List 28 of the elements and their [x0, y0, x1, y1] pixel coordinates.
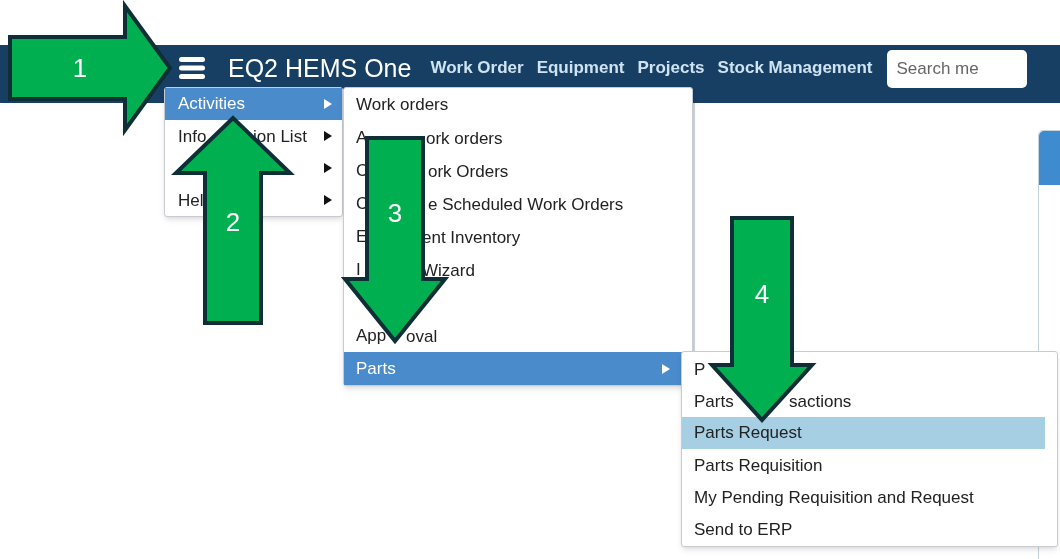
menu-item[interactable]: I	[356, 260, 361, 279]
menu-item[interactable]: Activities	[165, 88, 342, 120]
menu-item-text: ork orders	[426, 128, 503, 147]
callout-number: 2	[225, 207, 241, 237]
menu-item[interactable]: Parts Requisition	[694, 455, 823, 475]
nav-link[interactable]: Work Order	[430, 53, 524, 83]
nav-link[interactable]: Stock Management	[717, 53, 873, 83]
callout-number: 1	[72, 53, 88, 83]
menu-icon[interactable]	[178, 56, 206, 80]
menu-item-text: ork Orders	[428, 161, 509, 180]
menu-item[interactable]: Info	[178, 126, 207, 146]
menu-item[interactable]: Hel	[178, 190, 204, 210]
search-field[interactable]: Search me	[886, 50, 1027, 88]
menu-item[interactable]: Parts Request	[682, 417, 1045, 449]
menu-item[interactable]: Parts	[694, 391, 734, 411]
menu-item[interactable]: P	[694, 359, 706, 379]
nav-link[interactable]: Projects	[637, 53, 705, 83]
menu-item[interactable]: Work orders	[356, 95, 449, 114]
nav-link[interactable]: Equipment	[536, 53, 625, 83]
app-title: EQ2 HEMS One	[228, 53, 412, 83]
callout-number: 3	[387, 198, 403, 228]
menu-item[interactable]: Send to ERP	[694, 519, 793, 539]
menu-item[interactable]: App	[356, 326, 387, 345]
menu-item-text: e Scheduled Work Orders	[428, 194, 624, 213]
menu-item-text: oval	[406, 326, 438, 345]
menu-item-text: sactions	[789, 391, 852, 411]
menu-item[interactable]: My Pending Requisition and Request	[694, 487, 974, 507]
callout-number: 4	[754, 279, 770, 309]
